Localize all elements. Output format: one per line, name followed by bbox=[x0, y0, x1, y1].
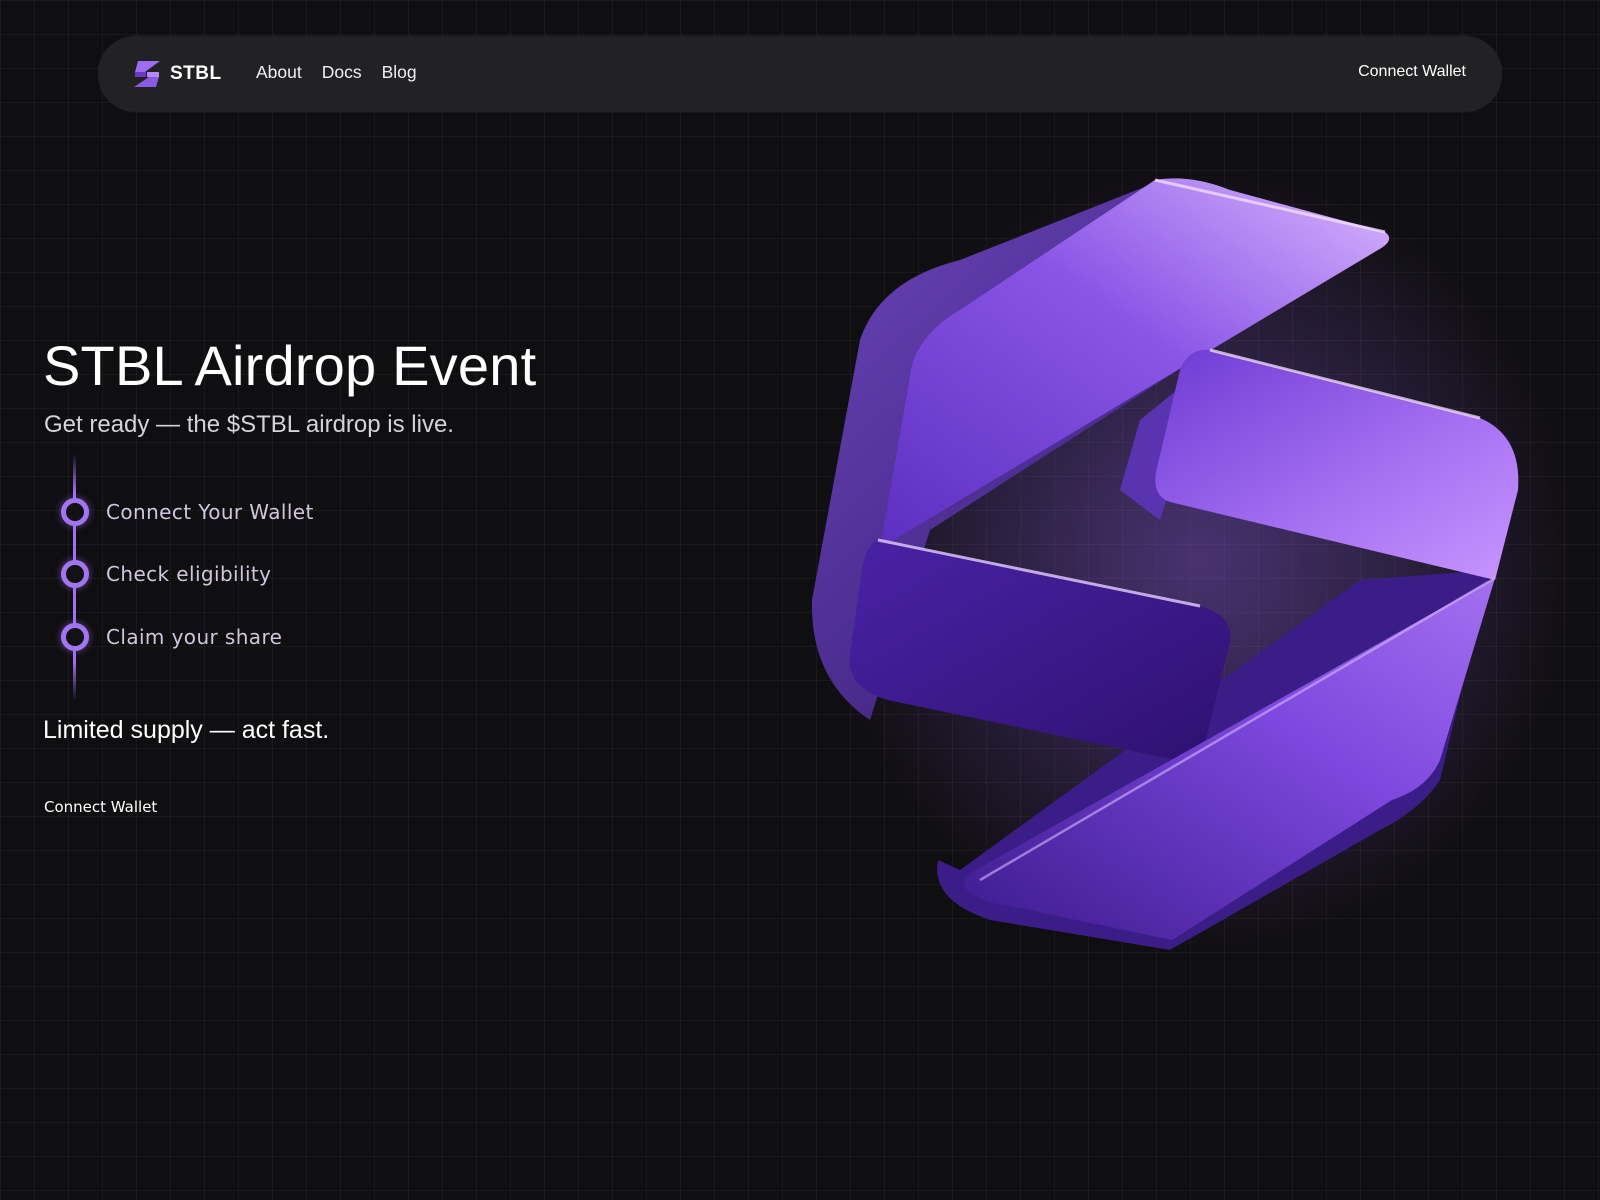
timeline-dot-icon bbox=[61, 623, 89, 651]
page-title: STBL Airdrop Event bbox=[43, 334, 537, 397]
stbl-3d-logo-icon bbox=[810, 160, 1580, 960]
limited-supply-note: Limited supply — act fast. bbox=[43, 716, 330, 744]
top-navbar: STBL About Docs Blog Connect Wallet bbox=[98, 36, 1502, 112]
step-label: Check eligibility bbox=[106, 562, 272, 586]
brand[interactable]: STBL bbox=[132, 58, 222, 90]
step-label: Claim your share bbox=[106, 625, 283, 649]
step-claim-share: Claim your share bbox=[61, 623, 282, 651]
nav-links: About Docs Blog bbox=[256, 62, 437, 83]
nav-connect-wallet-button[interactable]: Connect Wallet bbox=[1358, 63, 1466, 81]
step-label: Connect Your Wallet bbox=[106, 500, 314, 524]
timeline-dot-icon bbox=[61, 560, 89, 588]
timeline-dot-icon bbox=[61, 498, 89, 526]
page-subtitle: Get ready — the $STBL airdrop is live. bbox=[44, 411, 454, 438]
connect-wallet-button[interactable]: Connect Wallet bbox=[44, 798, 157, 816]
nav-link-blog[interactable]: Blog bbox=[382, 62, 417, 83]
nav-link-docs[interactable]: Docs bbox=[322, 62, 362, 83]
nav-link-about[interactable]: About bbox=[256, 62, 302, 83]
brand-name: STBL bbox=[170, 63, 222, 84]
step-check-eligibility: Check eligibility bbox=[61, 560, 271, 588]
stbl-logo-icon bbox=[134, 61, 160, 87]
step-connect-wallet: Connect Your Wallet bbox=[61, 498, 314, 526]
